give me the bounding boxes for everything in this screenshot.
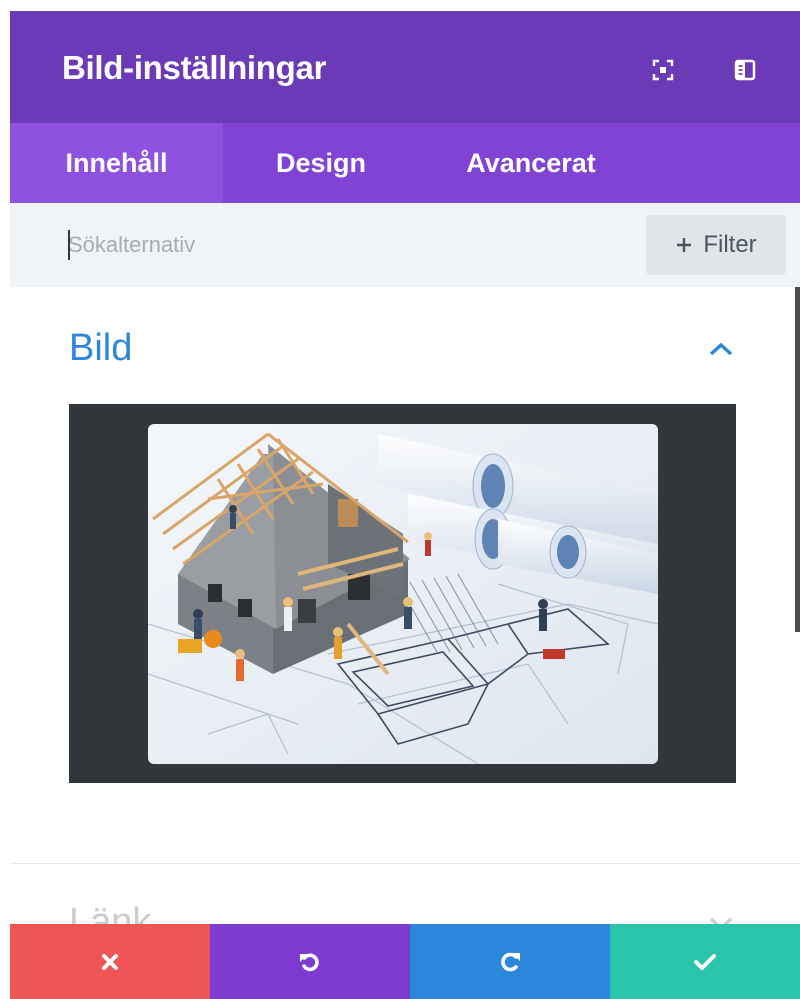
- image-upload-box[interactable]: [69, 404, 736, 783]
- fullscreen-icon[interactable]: [650, 57, 676, 83]
- construction-image: [148, 424, 658, 764]
- chevron-up-icon[interactable]: [708, 341, 734, 357]
- tab-design[interactable]: Design: [223, 123, 419, 203]
- undo-button[interactable]: [210, 924, 410, 999]
- filter-button[interactable]: Filter: [646, 215, 786, 275]
- section-bild-title: Bild: [69, 327, 133, 369]
- sidebar-layout-icon[interactable]: [732, 57, 758, 83]
- panel-title: Bild-inställningar: [62, 49, 327, 86]
- section-bild-header[interactable]: Bild: [10, 287, 800, 407]
- undo-icon: [300, 953, 319, 971]
- settings-panel: Bild-inställningar Innehåll Design Avanc…: [10, 11, 800, 999]
- close-icon: [102, 953, 118, 970]
- image-preview: [148, 424, 658, 764]
- redo-button[interactable]: [410, 924, 610, 999]
- footer-actions: [10, 924, 800, 999]
- panel-header: Bild-inställningar: [10, 11, 800, 123]
- plus-icon: [677, 238, 692, 252]
- check-icon: [694, 953, 716, 970]
- tab-innehall[interactable]: Innehåll: [10, 123, 223, 203]
- filter-label: Filter: [703, 231, 757, 258]
- text-caret: [68, 230, 70, 260]
- redo-icon: [501, 952, 520, 971]
- search-bar: Filter: [10, 203, 800, 287]
- save-button[interactable]: [610, 924, 800, 999]
- cancel-button[interactable]: [10, 924, 210, 999]
- section-divider: [10, 863, 800, 864]
- search-input[interactable]: [68, 223, 628, 267]
- tab-avancerat[interactable]: Avancerat: [419, 123, 643, 203]
- tab-bar: Innehåll Design Avancerat: [10, 123, 800, 203]
